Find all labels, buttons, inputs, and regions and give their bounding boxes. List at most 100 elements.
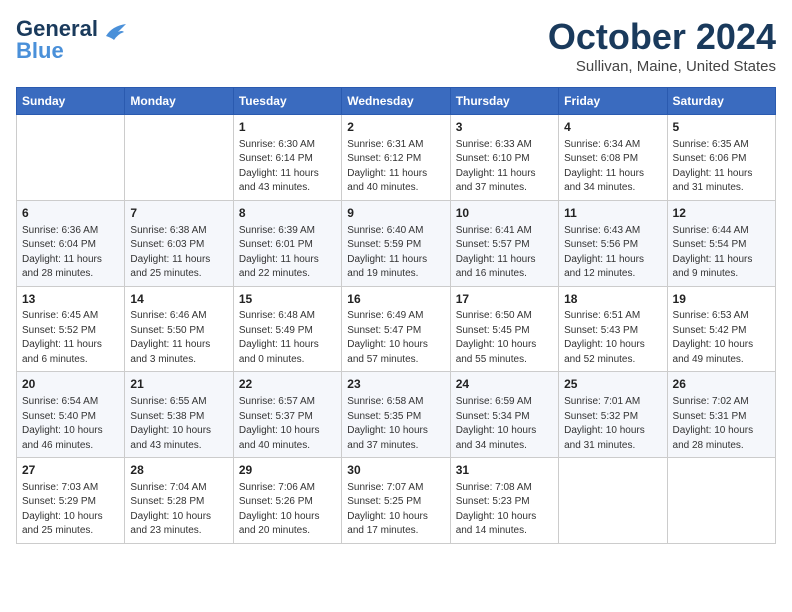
weekday-header-cell: Tuesday: [233, 88, 341, 115]
cell-sun-info: Sunrise: 7:02 AM Sunset: 5:31 PM Dayligh…: [673, 395, 770, 453]
cell-sun-info: Sunrise: 7:08 AM Sunset: 5:23 PM Dayligh…: [456, 481, 553, 539]
cell-sun-info: Sunrise: 6:53 AM Sunset: 5:42 PM Dayligh…: [673, 309, 770, 367]
cell-sun-info: Sunrise: 6:43 AM Sunset: 5:56 PM Dayligh…: [564, 224, 661, 282]
day-number: 15: [239, 291, 336, 308]
location-subtitle: Sullivan, Maine, United States: [548, 58, 776, 75]
cell-sun-info: Sunrise: 6:44 AM Sunset: 5:54 PM Dayligh…: [673, 224, 770, 282]
cell-sun-info: Sunrise: 6:31 AM Sunset: 6:12 PM Dayligh…: [347, 138, 444, 196]
cell-sun-info: Sunrise: 6:41 AM Sunset: 5:57 PM Dayligh…: [456, 224, 553, 282]
day-number: 20: [22, 376, 119, 393]
day-number: 5: [673, 119, 770, 136]
cell-sun-info: Sunrise: 7:07 AM Sunset: 5:25 PM Dayligh…: [347, 481, 444, 539]
calendar-week-row: 27 Sunrise: 7:03 AM Sunset: 5:29 PM Dayli…: [17, 458, 776, 544]
day-number: 2: [347, 119, 444, 136]
day-number: 8: [239, 205, 336, 222]
day-number: 25: [564, 376, 661, 393]
calendar-cell: 3 Sunrise: 6:33 AM Sunset: 6:10 PM Daylig…: [450, 115, 558, 201]
day-number: 11: [564, 205, 661, 222]
weekday-header-row: SundayMondayTuesdayWednesdayThursdayFrid…: [17, 88, 776, 115]
calendar-cell: 9Sunrise: 6:40 AM Sunset: 5:59 PM Daylig…: [342, 200, 450, 286]
day-number: 18: [564, 291, 661, 308]
calendar-cell: [125, 115, 233, 201]
day-number: 27: [22, 462, 119, 479]
calendar-cell: 16Sunrise: 6:49 AM Sunset: 5:47 PM Dayli…: [342, 286, 450, 372]
day-number: 30: [347, 462, 444, 479]
calendar-cell: 4 Sunrise: 6:34 AM Sunset: 6:08 PM Daylig…: [559, 115, 667, 201]
weekday-header-cell: Thursday: [450, 88, 558, 115]
weekday-header-cell: Friday: [559, 88, 667, 115]
day-number: 24: [456, 376, 553, 393]
cell-sun-info: Sunrise: 6:34 AM Sunset: 6:08 PM Dayligh…: [564, 138, 661, 196]
calendar-cell: 2 Sunrise: 6:31 AM Sunset: 6:12 PM Daylig…: [342, 115, 450, 201]
calendar-cell: 14Sunrise: 6:46 AM Sunset: 5:50 PM Dayli…: [125, 286, 233, 372]
calendar-body: 1 Sunrise: 6:30 AM Sunset: 6:14 PM Daylig…: [17, 115, 776, 544]
calendar-cell: [17, 115, 125, 201]
calendar-cell: 29Sunrise: 7:06 AM Sunset: 5:26 PM Dayli…: [233, 458, 341, 544]
calendar-cell: 28 Sunrise: 7:04 AM Sunset: 5:28 PM Dayli…: [125, 458, 233, 544]
calendar-cell: 24 Sunrise: 6:59 AM Sunset: 5:34 PM Dayli…: [450, 372, 558, 458]
day-number: 1: [239, 119, 336, 136]
calendar-cell: 6 Sunrise: 6:36 AM Sunset: 6:04 PM Daylig…: [17, 200, 125, 286]
cell-sun-info: Sunrise: 6:50 AM Sunset: 5:45 PM Dayligh…: [456, 309, 553, 367]
month-title: October 2024: [548, 16, 776, 58]
day-number: 12: [673, 205, 770, 222]
calendar-cell: 30 Sunrise: 7:07 AM Sunset: 5:25 PM Dayli…: [342, 458, 450, 544]
day-number: 4: [564, 119, 661, 136]
cell-sun-info: Sunrise: 6:36 AM Sunset: 6:04 PM Dayligh…: [22, 224, 119, 282]
day-number: 17: [456, 291, 553, 308]
day-number: 21: [130, 376, 227, 393]
day-number: 10: [456, 205, 553, 222]
calendar-cell: 20 Sunrise: 6:54 AM Sunset: 5:40 PM Dayli…: [17, 372, 125, 458]
calendar-cell: 15Sunrise: 6:48 AM Sunset: 5:49 PM Dayli…: [233, 286, 341, 372]
calendar-cell: 1 Sunrise: 6:30 AM Sunset: 6:14 PM Daylig…: [233, 115, 341, 201]
calendar-cell: 22Sunrise: 6:57 AM Sunset: 5:37 PM Dayli…: [233, 372, 341, 458]
logo-bird-icon: [104, 22, 126, 42]
calendar-cell: 7Sunrise: 6:38 AM Sunset: 6:03 PM Daylig…: [125, 200, 233, 286]
cell-sun-info: Sunrise: 6:57 AM Sunset: 5:37 PM Dayligh…: [239, 395, 336, 453]
calendar-cell: 18Sunrise: 6:51 AM Sunset: 5:43 PM Dayli…: [559, 286, 667, 372]
calendar-cell: 12 Sunrise: 6:44 AM Sunset: 5:54 PM Dayli…: [667, 200, 775, 286]
day-number: 26: [673, 376, 770, 393]
day-number: 16: [347, 291, 444, 308]
day-number: 3: [456, 119, 553, 136]
logo-general: General: [16, 16, 98, 41]
calendar-table: SundayMondayTuesdayWednesdayThursdayFrid…: [16, 87, 776, 544]
day-number: 6: [22, 205, 119, 222]
cell-sun-info: Sunrise: 6:48 AM Sunset: 5:49 PM Dayligh…: [239, 309, 336, 367]
calendar-cell: 21 Sunrise: 6:55 AM Sunset: 5:38 PM Dayli…: [125, 372, 233, 458]
calendar-cell: 19Sunrise: 6:53 AM Sunset: 5:42 PM Dayli…: [667, 286, 775, 372]
calendar-cell: [667, 458, 775, 544]
day-number: 13: [22, 291, 119, 308]
calendar-cell: 10 Sunrise: 6:41 AM Sunset: 5:57 PM Dayli…: [450, 200, 558, 286]
calendar-cell: 11 Sunrise: 6:43 AM Sunset: 5:56 PM Dayli…: [559, 200, 667, 286]
calendar-cell: 26 Sunrise: 7:02 AM Sunset: 5:31 PM Dayli…: [667, 372, 775, 458]
weekday-header-cell: Sunday: [17, 88, 125, 115]
calendar-cell: 31Sunrise: 7:08 AM Sunset: 5:23 PM Dayli…: [450, 458, 558, 544]
cell-sun-info: Sunrise: 6:40 AM Sunset: 5:59 PM Dayligh…: [347, 224, 444, 282]
calendar-cell: 27 Sunrise: 7:03 AM Sunset: 5:29 PM Dayli…: [17, 458, 125, 544]
calendar-cell: 8 Sunrise: 6:39 AM Sunset: 6:01 PM Daylig…: [233, 200, 341, 286]
calendar-cell: 17Sunrise: 6:50 AM Sunset: 5:45 PM Dayli…: [450, 286, 558, 372]
cell-sun-info: Sunrise: 6:33 AM Sunset: 6:10 PM Dayligh…: [456, 138, 553, 196]
cell-sun-info: Sunrise: 6:55 AM Sunset: 5:38 PM Dayligh…: [130, 395, 227, 453]
weekday-header-cell: Wednesday: [342, 88, 450, 115]
weekday-header-cell: Monday: [125, 88, 233, 115]
cell-sun-info: Sunrise: 6:38 AM Sunset: 6:03 PM Dayligh…: [130, 224, 227, 282]
day-number: 23: [347, 376, 444, 393]
cell-sun-info: Sunrise: 7:04 AM Sunset: 5:28 PM Dayligh…: [130, 481, 227, 539]
page-header: General Blue October 2024 Sullivan, Main…: [16, 16, 776, 75]
calendar-week-row: 1 Sunrise: 6:30 AM Sunset: 6:14 PM Daylig…: [17, 115, 776, 201]
day-number: 28: [130, 462, 227, 479]
cell-sun-info: Sunrise: 6:39 AM Sunset: 6:01 PM Dayligh…: [239, 224, 336, 282]
cell-sun-info: Sunrise: 7:01 AM Sunset: 5:32 PM Dayligh…: [564, 395, 661, 453]
calendar-cell: 23Sunrise: 6:58 AM Sunset: 5:35 PM Dayli…: [342, 372, 450, 458]
cell-sun-info: Sunrise: 7:03 AM Sunset: 5:29 PM Dayligh…: [22, 481, 119, 539]
calendar-cell: [559, 458, 667, 544]
cell-sun-info: Sunrise: 6:30 AM Sunset: 6:14 PM Dayligh…: [239, 138, 336, 196]
cell-sun-info: Sunrise: 6:54 AM Sunset: 5:40 PM Dayligh…: [22, 395, 119, 453]
day-number: 29: [239, 462, 336, 479]
cell-sun-info: Sunrise: 6:59 AM Sunset: 5:34 PM Dayligh…: [456, 395, 553, 453]
logo: General Blue: [16, 16, 126, 64]
cell-sun-info: Sunrise: 6:46 AM Sunset: 5:50 PM Dayligh…: [130, 309, 227, 367]
calendar-cell: 13Sunrise: 6:45 AM Sunset: 5:52 PM Dayli…: [17, 286, 125, 372]
